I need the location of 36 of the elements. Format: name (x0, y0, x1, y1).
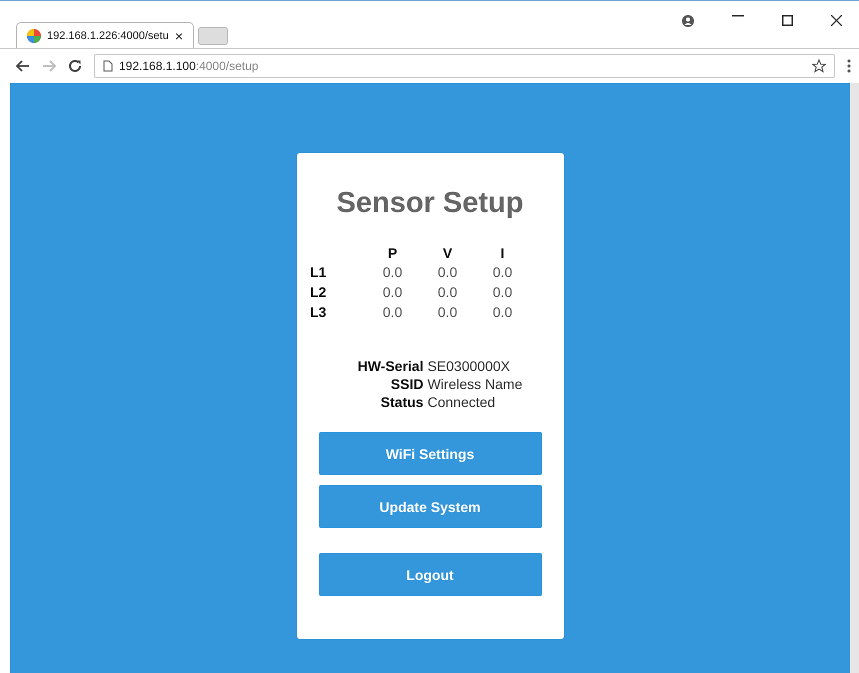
reload-icon[interactable] (68, 59, 82, 73)
close-tab-button[interactable]: × (174, 28, 183, 44)
menu-icon[interactable] (847, 59, 851, 73)
maximize-icon[interactable] (782, 15, 793, 26)
colorful-logo-icon (27, 28, 41, 42)
info-label: HW-Serial (358, 358, 424, 374)
table-cell-text: 0.0 (436, 263, 458, 282)
user-icon[interactable] (682, 15, 694, 27)
table-cell-text: 0.0 (382, 263, 404, 282)
close-icon[interactable] (831, 15, 842, 26)
row-label: L1 (310, 263, 328, 282)
row-label: L2 (310, 283, 328, 302)
star-icon[interactable] (812, 59, 826, 73)
page-icon (103, 60, 113, 72)
browser-tab[interactable]: 192.168.1.226:4000/setu × (16, 22, 194, 48)
table-cell-text: 0.0 (492, 283, 514, 302)
table-cell-text: 0.0 (492, 303, 514, 322)
table-cell-text: 0.0 (436, 283, 458, 302)
page-title: Sensor Setup (336, 187, 524, 220)
column-header: P (386, 244, 398, 262)
info-value: Wireless Name (427, 376, 522, 392)
back-icon[interactable] (16, 60, 30, 72)
table-cell-text: 0.0 (382, 303, 404, 322)
column-header: V (442, 244, 454, 262)
info-value: Connected (427, 394, 496, 410)
info-label: Status (380, 394, 424, 410)
info-label: SSID (390, 376, 424, 392)
row-label: L3 (310, 303, 328, 322)
address-bar[interactable]: 192.168.1.100:4000/setup (94, 54, 835, 78)
table-cell-text: 0.0 (382, 283, 404, 302)
table-cell-text: 0.0 (436, 303, 458, 322)
minimize-icon[interactable] (732, 15, 744, 17)
table-cell-text: 0.0 (492, 263, 514, 282)
info-value: SE0300000X (427, 358, 511, 374)
scrollbar[interactable] (850, 83, 859, 673)
column-header: I (500, 244, 506, 262)
